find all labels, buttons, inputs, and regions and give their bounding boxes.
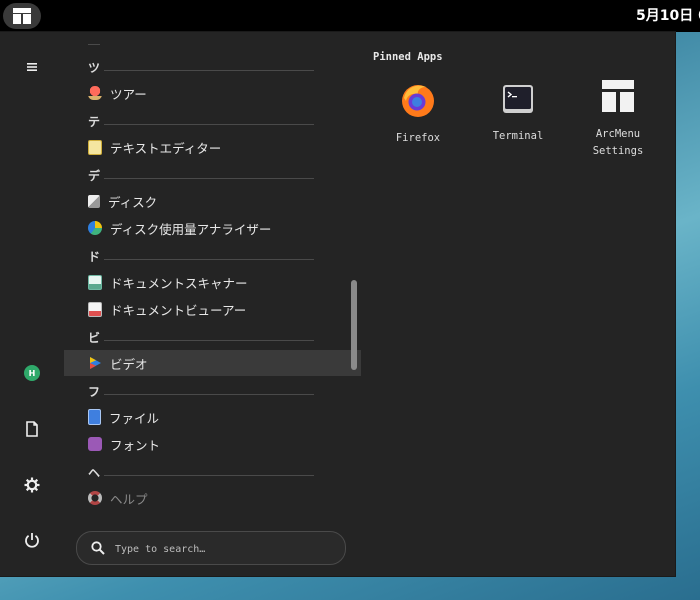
power-button[interactable] [16, 524, 48, 556]
section-header-te: テ [88, 115, 101, 129]
user-avatar-button[interactable]: H [16, 357, 48, 389]
app-item-help[interactable]: ヘルプ [64, 485, 361, 511]
app-item-label: ファイル [109, 410, 160, 426]
search-input[interactable] [113, 539, 337, 559]
firefox-icon [402, 85, 434, 117]
app-item-label: ヘルプ [110, 491, 148, 507]
divider [104, 124, 314, 125]
pinned-app-label-line1: ArcMenu [595, 128, 641, 140]
app-item-label: ツアー [110, 86, 147, 102]
app-list[interactable]: ツ ツアー テ テキストエディター デ ディスク ディスク使用量アナライザー ド… [64, 32, 364, 512]
app-item-text-editor[interactable]: テキストエディター [64, 134, 361, 160]
arc-menu-panel: H ツ ツアー テ テキストエディター デ ディスク ディスク使用量アナライザー… [0, 32, 675, 576]
divider [88, 44, 100, 45]
pinned-app-firefox[interactable]: Firefox [373, 82, 463, 147]
app-item-video[interactable]: ビデオ [64, 350, 361, 376]
disk-usage-icon [88, 221, 102, 235]
document-scanner-icon [88, 274, 102, 290]
app-item-label: ディスク使用量アナライザー [110, 221, 272, 237]
section-header-de: デ [88, 169, 101, 183]
document-viewer-icon [88, 301, 102, 317]
app-list-scrollbar[interactable] [351, 280, 357, 370]
app-item-tour[interactable]: ツアー [64, 80, 361, 106]
documents-button[interactable] [16, 413, 48, 445]
search-icon [91, 541, 105, 555]
divider [104, 475, 314, 476]
pinned-app-label-line2: Settings [592, 145, 644, 157]
section-header-fu: フ [88, 385, 101, 399]
pinned-apps-title: Pinned Apps [373, 51, 443, 63]
hamburger-menu-button[interactable] [16, 51, 48, 83]
help-lifebuoy-icon [88, 491, 102, 505]
layout-icon [13, 8, 31, 24]
app-item-document-viewer[interactable]: ドキュメントビューアー [64, 296, 361, 322]
app-item-document-scanner[interactable]: ドキュメントスキャナー [64, 269, 361, 295]
section-header-he: ヘ [88, 466, 101, 480]
gear-icon [24, 477, 40, 493]
activities-button[interactable] [3, 3, 41, 29]
divider [104, 259, 314, 260]
svg-text:H: H [29, 369, 36, 378]
document-icon [26, 421, 38, 437]
section-header-tsu: ツ [88, 61, 101, 75]
search-box[interactable] [76, 531, 346, 565]
fonts-icon [88, 437, 102, 451]
pinned-app-terminal[interactable]: Terminal [473, 82, 563, 145]
disk-icon [88, 194, 100, 208]
section-header-do: ド [88, 250, 101, 264]
pinned-app-arcmenu-settings[interactable]: ArcMenu Settings [573, 78, 663, 160]
divider [104, 340, 314, 341]
app-item-label: フォント [110, 437, 161, 453]
arcmenu-settings-icon [602, 80, 634, 112]
app-item-label: ドキュメントスキャナー [110, 275, 248, 291]
app-item-fonts[interactable]: フォント [64, 431, 361, 457]
pinned-app-label: Terminal [492, 130, 544, 142]
app-item-label: ビデオ [110, 356, 148, 372]
app-item-disks[interactable]: ディスク [64, 188, 361, 214]
tour-balloon-icon [88, 86, 102, 100]
divider [104, 394, 314, 395]
settings-button[interactable] [16, 469, 48, 501]
hamburger-icon [27, 63, 37, 71]
avatar: H [24, 365, 40, 381]
video-play-icon [90, 357, 101, 369]
divider [104, 178, 314, 179]
text-editor-icon [88, 139, 102, 155]
pinned-app-label: Firefox [395, 132, 441, 144]
app-item-label: ディスク [108, 194, 158, 210]
files-icon [88, 409, 101, 425]
power-icon [25, 533, 39, 548]
app-item-label: ドキュメントビューアー [110, 302, 247, 318]
menu-sidebar: H [0, 32, 64, 576]
terminal-icon [503, 85, 533, 113]
clock[interactable]: 5月10日 0 [636, 0, 700, 32]
app-item-disk-usage-analyzer[interactable]: ディスク使用量アナライザー [64, 215, 361, 241]
section-header-bi: ビ [88, 331, 101, 345]
app-item-label: テキストエディター [110, 140, 222, 156]
app-item-files[interactable]: ファイル [64, 404, 361, 430]
top-bar: 5月10日 0 [0, 0, 700, 32]
divider [104, 70, 314, 71]
